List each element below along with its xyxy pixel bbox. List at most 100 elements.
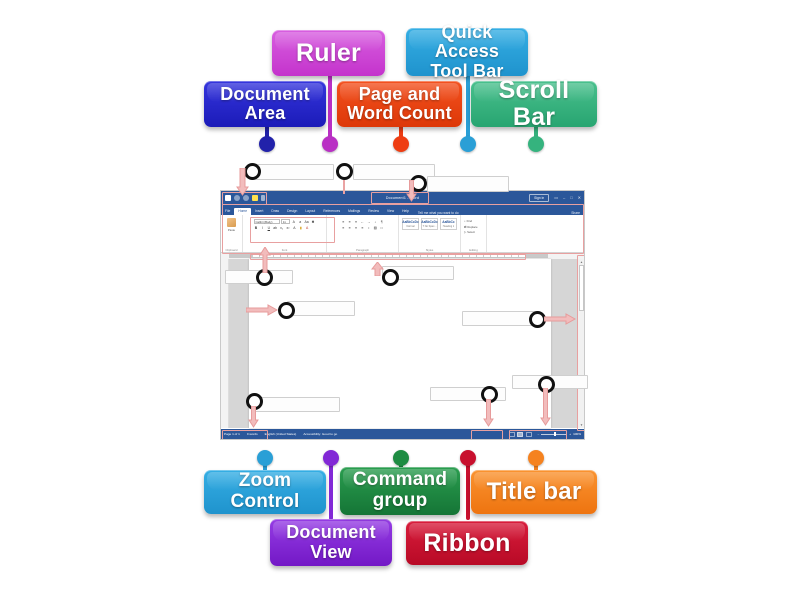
decrease-indent-icon[interactable]: ← (360, 219, 365, 224)
maximize-icon[interactable]: □ (570, 195, 572, 200)
tab-insert[interactable]: Insert (251, 208, 267, 215)
tab-help[interactable]: Help (398, 208, 413, 215)
multilevel-list-icon[interactable]: ≡ (354, 219, 359, 224)
strikethrough-icon[interactable]: ab (273, 226, 278, 231)
vertical-ruler[interactable] (221, 259, 229, 428)
zoom-slider-knob[interactable] (554, 431, 556, 437)
label-chip-ruler[interactable]: Ruler (272, 30, 385, 76)
label-chip-title-bar[interactable]: Title bar (471, 470, 597, 514)
zoom-out-button[interactable]: – (538, 432, 540, 436)
drop-marker-document-view[interactable] (481, 386, 498, 403)
replace-button[interactable]: ⇄ Replace (464, 225, 478, 229)
drop-target-document-area[interactable] (287, 301, 355, 316)
scroll-thumb[interactable] (579, 265, 584, 311)
drop-marker-quick-access[interactable] (244, 163, 261, 180)
subscript-icon[interactable]: x₂ (279, 226, 284, 231)
shading-icon[interactable]: ▧ (373, 226, 378, 231)
drop-target-page-word-count[interactable] (255, 397, 340, 412)
page-count[interactable]: Page 1 of 1 (224, 432, 240, 436)
superscript-icon[interactable]: x² (285, 226, 290, 231)
font-size-box[interactable]: 11 (280, 219, 290, 224)
sign-in-button[interactable]: Sign in (529, 193, 550, 202)
tab-review[interactable]: Review (364, 208, 383, 215)
change-case-icon[interactable]: Aa (304, 219, 309, 224)
style-heading-1[interactable]: AaBbCc Heading 1 (440, 218, 457, 230)
line-spacing-icon[interactable]: ↕ (366, 226, 371, 231)
drop-target-quick-access[interactable] (252, 164, 334, 180)
tab-home[interactable]: Home (234, 208, 252, 215)
language-indicator[interactable]: English (United States) (265, 432, 297, 436)
text-highlight-color-icon[interactable]: ▮ (298, 226, 303, 231)
read-mode-icon[interactable] (508, 431, 515, 437)
vertical-scroll-bar[interactable]: ▲ ▼ (577, 259, 584, 428)
justify-icon[interactable]: ≡ (360, 226, 365, 231)
drop-marker-command-group[interactable] (256, 269, 273, 286)
increase-indent-icon[interactable]: → (366, 219, 371, 224)
zoom-in-button[interactable]: + (569, 432, 571, 436)
scroll-down-arrow-icon[interactable]: ▼ (580, 423, 584, 427)
font-name-box[interactable]: Calibri (Body) (253, 219, 280, 224)
tab-view[interactable]: View (383, 208, 398, 215)
drop-marker-ribbon[interactable] (410, 175, 427, 192)
ribbon-display-options-icon[interactable]: ▭ (554, 195, 558, 200)
connector-dot-ribbon (460, 450, 476, 466)
print-layout-icon[interactable] (517, 431, 524, 437)
label-chip-page-word-count[interactable]: Page and Word Count (337, 81, 462, 127)
align-right-icon[interactable]: ≡ (354, 226, 359, 231)
tab-file[interactable]: File (221, 208, 234, 215)
label-chip-document-area[interactable]: Document Area (204, 81, 326, 127)
label-chip-quick-access[interactable]: Quick Access Tool Bar (406, 22, 528, 81)
drop-marker-ruler[interactable] (382, 269, 399, 286)
text-effects-icon[interactable]: A (292, 226, 297, 231)
drop-marker-document-area[interactable] (278, 302, 295, 319)
clear-formatting-icon[interactable]: ✖ (310, 219, 315, 224)
style-no-spacing[interactable]: AaBbCcDc T No Spac... (421, 218, 438, 230)
underline-icon[interactable]: U (266, 226, 271, 231)
sort-icon[interactable]: ↓ (373, 219, 378, 224)
font-color-icon[interactable]: A (305, 226, 310, 231)
label-chip-ribbon[interactable]: Ribbon (406, 521, 528, 565)
drop-marker-title-bar[interactable] (336, 163, 353, 180)
align-center-icon[interactable]: ≡ (347, 226, 352, 231)
drop-target-scroll-bar[interactable] (462, 311, 535, 326)
word-title-bar: Document1 - Word Sign in ▭ – □ ✕ (221, 191, 584, 204)
show-formatting-marks-icon[interactable]: ¶ (379, 219, 384, 224)
tab-mailings[interactable]: Mailings (344, 208, 364, 215)
minimize-icon[interactable]: – (563, 195, 565, 200)
accessibility-indicator[interactable]: Accessibility: Good to go (303, 432, 337, 436)
bullets-icon[interactable]: ≡ (341, 219, 346, 224)
bold-icon[interactable]: B (254, 226, 259, 231)
zoom-slider[interactable] (541, 431, 568, 437)
tab-references[interactable]: References (319, 208, 344, 215)
style-normal[interactable]: AaBbCcDc Normal (402, 218, 419, 230)
ribbon-group-label-paragraph: Paragraph (355, 247, 370, 252)
drop-marker-zoom-control[interactable] (538, 376, 555, 393)
close-icon[interactable]: ✕ (578, 195, 581, 200)
tab-layout[interactable]: Layout (301, 208, 319, 215)
drop-target-ribbon[interactable] (427, 176, 509, 192)
find-button[interactable]: ⌕ Find (464, 219, 478, 223)
web-layout-icon[interactable] (525, 431, 532, 437)
borders-icon[interactable]: □ (379, 226, 384, 231)
scroll-up-arrow-icon[interactable]: ▲ (580, 260, 584, 264)
italic-icon[interactable]: I (260, 226, 265, 231)
drop-marker-scroll-bar[interactable] (529, 311, 546, 328)
shrink-font-icon[interactable]: a (298, 219, 303, 224)
label-chip-scroll-bar[interactable]: Scroll Bar (471, 77, 597, 131)
styles-gallery[interactable]: AaBbCcDc Normal AaBbCcDc T No Spac... Aa… (402, 217, 457, 230)
align-left-icon[interactable]: ≡ (341, 226, 346, 231)
connector-dot-quick-access (460, 136, 476, 152)
label-chip-document-view[interactable]: Document View (270, 519, 392, 566)
tab-draw[interactable]: Draw (267, 208, 283, 215)
tab-design[interactable]: Design (283, 208, 301, 215)
label-chip-zoom-control[interactable]: Zoom Control (204, 470, 326, 514)
label-chip-command-group[interactable]: Command group (340, 467, 460, 515)
select-button[interactable]: ▷ Select (464, 230, 478, 234)
drop-marker-page-word-count[interactable] (246, 393, 263, 410)
horizontal-ruler[interactable] (251, 254, 526, 258)
paste-button[interactable]: Paste (227, 218, 236, 232)
word-count[interactable]: 0 words (247, 432, 258, 436)
numbering-icon[interactable]: ≡ (347, 219, 352, 224)
zoom-percent[interactable]: 100% (573, 432, 581, 436)
grow-font-icon[interactable]: A (291, 219, 296, 224)
